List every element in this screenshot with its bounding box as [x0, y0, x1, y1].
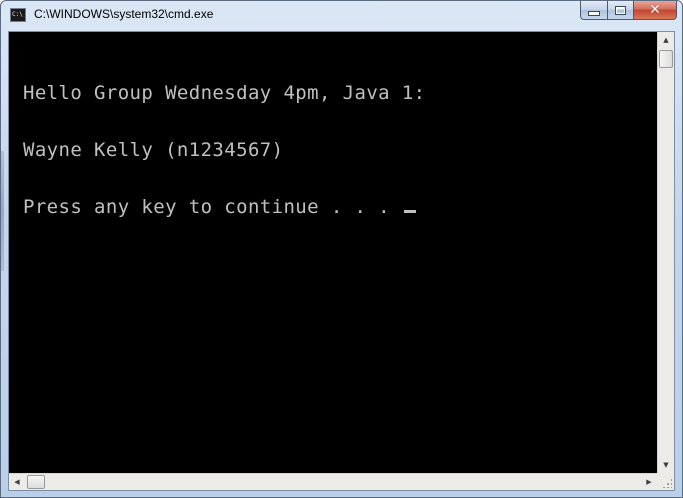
close-button[interactable]: ✕ — [633, 1, 677, 20]
scroll-right-arrow-icon[interactable]: ▶ — [641, 474, 657, 490]
resize-grip-icon — [662, 478, 672, 488]
console-line: Hello Group Wednesday 4pm, Java 1: — [23, 82, 426, 104]
cmd-window: C:\ C:\WINDOWS\system32\cmd.exe ✕ Hello … — [0, 0, 683, 498]
scroll-left-arrow-icon[interactable]: ◀ — [9, 474, 25, 490]
caption-buttons: ✕ — [580, 1, 677, 21]
scroll-down-arrow-icon[interactable]: ▼ — [658, 457, 674, 473]
text-cursor — [403, 210, 416, 213]
resize-grip[interactable] — [657, 473, 674, 490]
cmd-icon[interactable]: C:\ — [10, 8, 26, 22]
vertical-scrollbar[interactable]: ▲ ▼ — [657, 32, 674, 473]
console-frame: Hello Group Wednesday 4pm, Java 1: Wayne… — [8, 31, 675, 491]
console-line-prompt: Press any key to continue . . . — [23, 198, 426, 217]
console-line: Wayne Kelly (n1234567) — [23, 139, 284, 161]
vertical-scroll-thumb[interactable] — [659, 50, 673, 68]
horizontal-scrollbar[interactable]: ◀ ▶ — [9, 473, 657, 490]
window-title: C:\WINDOWS\system32\cmd.exe — [34, 7, 214, 21]
horizontal-scroll-thumb[interactable] — [27, 475, 45, 489]
close-icon: ✕ — [649, 2, 661, 18]
console-output-area[interactable]: Hello Group Wednesday 4pm, Java 1: Wayne… — [9, 32, 657, 473]
maximize-icon — [615, 5, 626, 15]
minimize-button[interactable] — [580, 1, 607, 20]
console-text: Hello Group Wednesday 4pm, Java 1: Wayne… — [23, 46, 426, 255]
title-bar[interactable]: C:\ C:\WINDOWS\system32\cmd.exe ✕ — [1, 1, 682, 31]
console-line-text: Press any key to continue . . . — [23, 196, 402, 218]
scroll-up-arrow-icon[interactable]: ▲ — [658, 32, 674, 48]
window-edge-accent — [1, 151, 4, 271]
minimize-icon — [588, 11, 600, 16]
maximize-button[interactable] — [607, 1, 633, 20]
